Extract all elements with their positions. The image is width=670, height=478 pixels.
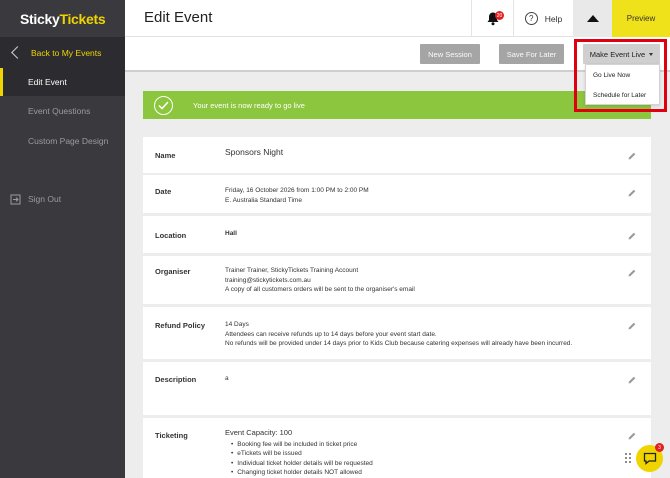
pencil-icon[interactable] — [627, 231, 637, 241]
logo-text-sticky: Sticky — [20, 10, 60, 27]
field-value: Friday, 16 October 2026 from 1:00 PM to … — [225, 186, 369, 205]
field-card-name: Name Sponsors Night — [143, 137, 651, 173]
field-label: Date — [155, 187, 172, 196]
organiser-note: A copy of all customers orders will be s… — [225, 286, 415, 293]
new-session-button[interactable]: New Session — [420, 44, 480, 64]
refund-days: 14 Days — [225, 321, 249, 328]
sign-out-icon — [10, 194, 21, 204]
timezone-line: E. Australia Standard Time — [225, 196, 302, 204]
field-label: Ticketing — [155, 431, 188, 440]
list-item: Booking fee will be included in ticket p… — [231, 440, 373, 450]
organiser-name: Trainer Trainer, StickyTickets Training … — [225, 267, 359, 274]
back-to-events-link[interactable]: Back to My Events — [0, 37, 125, 68]
sign-out-label: Sign Out — [28, 194, 62, 204]
question-mark-icon: ? — [524, 12, 538, 25]
field-value: Hall — [225, 230, 237, 237]
notification-badge: 20 — [495, 11, 504, 20]
sidebar-item-event-questions[interactable]: Event Questions — [0, 97, 125, 125]
refund-note-line: No refunds will be provided under 14 day… — [225, 340, 573, 347]
pencil-icon[interactable] — [627, 268, 637, 278]
notifications-button[interactable]: 20 — [471, 0, 513, 37]
list-item: eTickets will be issued — [231, 449, 373, 459]
pencil-icon[interactable] — [627, 375, 637, 385]
field-value: a — [225, 375, 229, 382]
date-line: Friday, 16 October 2026 from 1:00 PM to … — [225, 187, 369, 194]
save-for-later-button[interactable]: Save For Later — [499, 44, 564, 64]
sticky-tickets-logo[interactable]: Sticky Tickets — [0, 0, 125, 37]
field-value: 14 Days Attendees can receive refunds up… — [225, 320, 572, 349]
chat-bubble-icon — [643, 452, 656, 465]
field-label: Description — [155, 375, 197, 384]
sidebar-item-label: Event Questions — [28, 106, 91, 116]
preview-button[interactable]: Preview — [612, 0, 670, 37]
sidebar-item-edit-event[interactable]: Edit Event — [0, 68, 125, 96]
sidebar-item-label: Edit Event — [28, 77, 67, 87]
field-label: Name — [155, 151, 176, 160]
drag-handle-icon[interactable] — [625, 453, 631, 464]
collapse-toggle-button[interactable] — [573, 0, 612, 37]
field-value: Trainer Trainer, StickyTickets Training … — [225, 266, 415, 295]
list-item: Individual ticket holder details will be… — [231, 459, 373, 469]
field-card-refund-policy: Refund Policy 14 Days Attendees can rece… — [143, 307, 651, 359]
chevron-left-icon — [11, 46, 24, 59]
pencil-icon[interactable] — [627, 151, 637, 161]
field-label: Location — [155, 231, 187, 240]
sidebar-item-label: Custom Page Design — [28, 136, 109, 146]
field-card-date: Date Friday, 16 October 2026 from 1:00 P… — [143, 175, 651, 213]
top-header: Edit Event 20 ? Help Preview — [125, 0, 670, 37]
field-card-ticketing: Ticketing Event Capacity: 100 Booking fe… — [143, 418, 651, 478]
list-item: Changing ticket holder details NOT allow… — [231, 468, 373, 478]
field-value: Sponsors Night — [225, 147, 284, 157]
field-card-organiser: Organiser Trainer Trainer, StickyTickets… — [143, 256, 651, 304]
help-label: Help — [544, 13, 563, 24]
chat-badge: 3 — [655, 443, 664, 452]
pencil-icon[interactable] — [627, 188, 637, 198]
field-card-description: Description a — [143, 362, 651, 415]
refund-policy-line: Attendees can receive refunds up to 14 d… — [225, 330, 437, 338]
back-to-events-label: Back to My Events — [31, 47, 102, 58]
pencil-icon[interactable] — [627, 431, 637, 441]
sidebar-item-custom-page-design[interactable]: Custom Page Design — [0, 127, 125, 155]
field-label: Organiser — [155, 267, 191, 276]
event-capacity: Event Capacity: 100 — [225, 428, 293, 437]
ticketing-options-list: Booking fee will be included in ticket p… — [225, 440, 373, 478]
sign-out-link[interactable]: Sign Out — [0, 192, 61, 206]
organiser-email: training@stickytickets.com.au — [225, 276, 311, 284]
help-button[interactable]: ? Help — [513, 0, 573, 37]
triangle-up-icon — [586, 15, 599, 22]
sidebar: Sticky Tickets Back to My Events Edit Eve… — [0, 0, 125, 478]
checkmark-circle-icon — [154, 95, 173, 115]
logo-text-tickets: Tickets — [59, 10, 106, 27]
field-value: Event Capacity: 100 Booking fee will be … — [225, 428, 373, 478]
pencil-icon[interactable] — [627, 321, 637, 331]
highlight-annotation-box — [574, 39, 667, 112]
page-title: Edit Event — [144, 9, 213, 26]
field-card-location: Location Hall — [143, 216, 651, 253]
field-label: Refund Policy — [155, 321, 206, 330]
success-message: Your event is now ready to go live — [193, 100, 305, 110]
